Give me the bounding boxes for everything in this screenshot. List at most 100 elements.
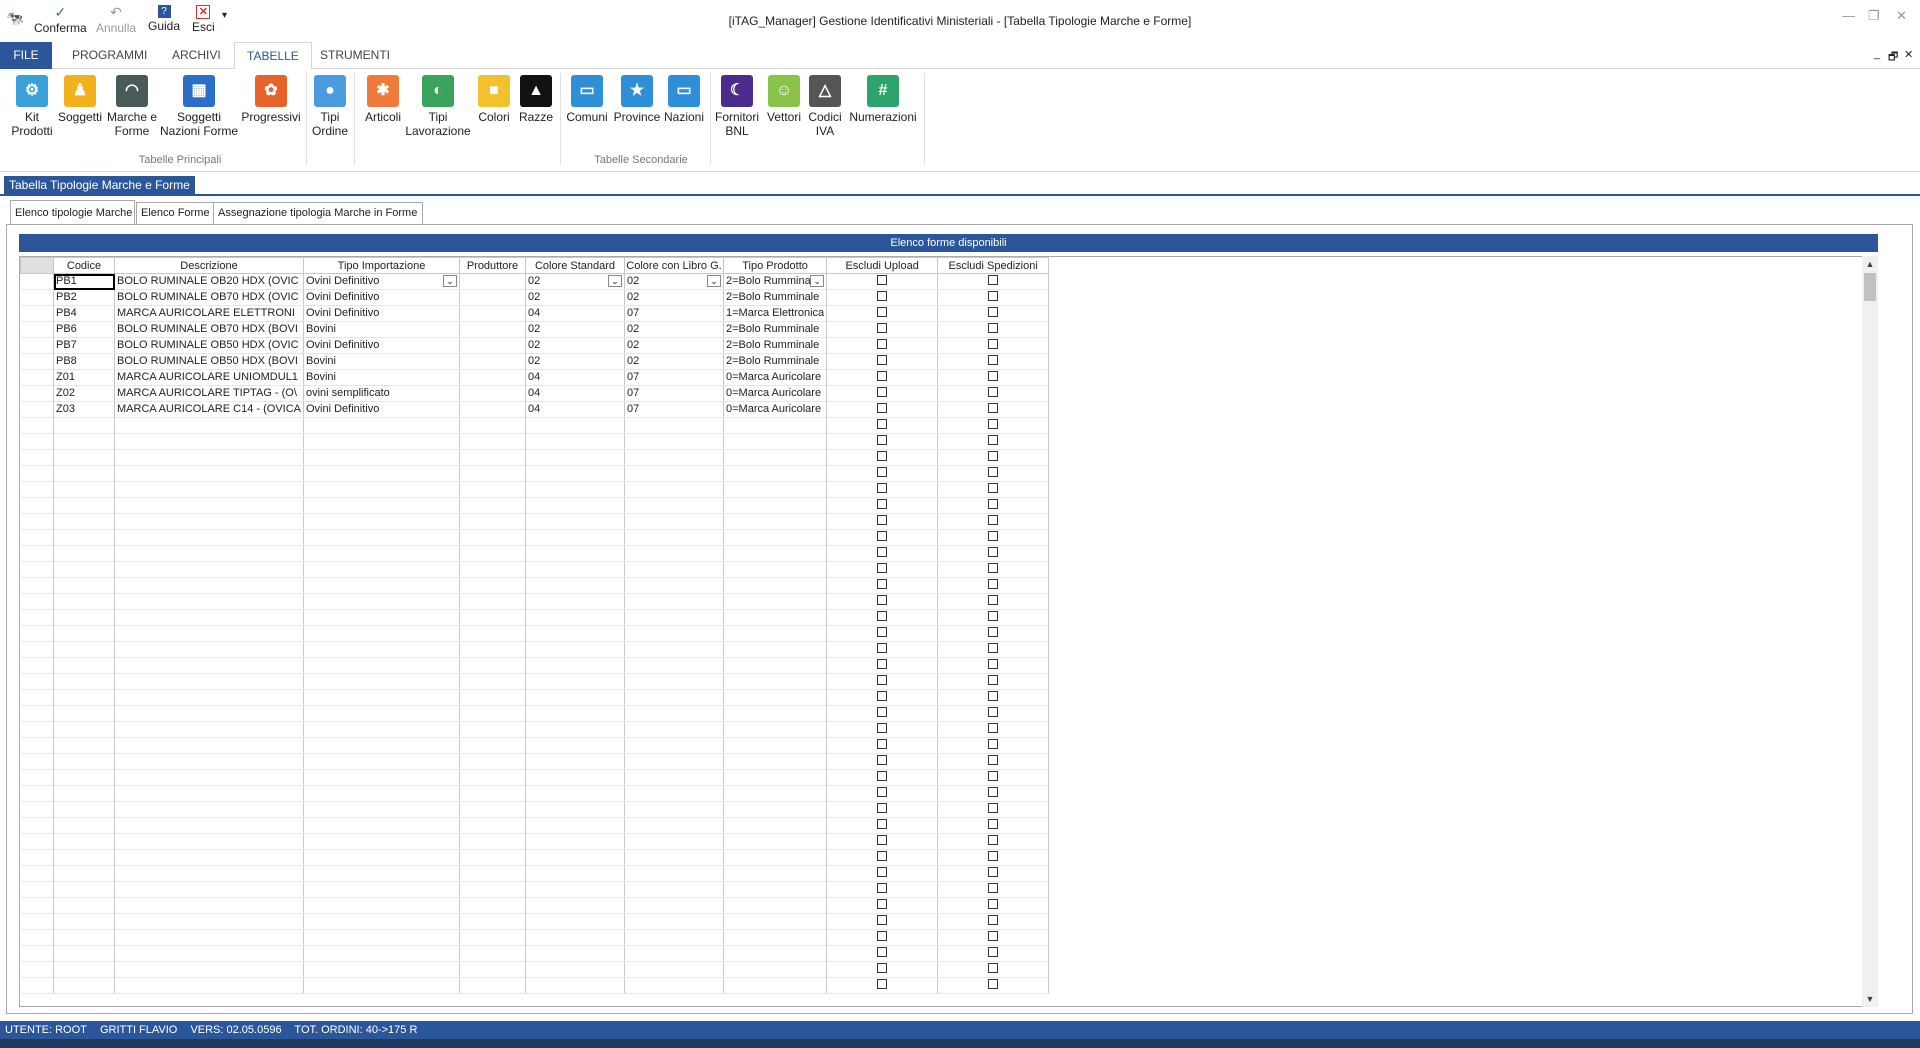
- cell-colore-libro[interactable]: [624, 769, 724, 786]
- cell-produttore[interactable]: [459, 785, 526, 802]
- cell-descrizione[interactable]: BOLO RUMINALE OB50 HDX (OVIC: [114, 337, 304, 354]
- cell-descrizione[interactable]: MARCA AURICOLARE TIPTAG - (O\: [114, 385, 304, 402]
- escludi-spedizioni-checkbox[interactable]: [988, 387, 999, 398]
- cell-codice[interactable]: [53, 721, 115, 738]
- escludi-upload-checkbox[interactable]: [877, 707, 888, 718]
- tab-archivi[interactable]: ARCHIVI: [160, 42, 233, 69]
- nazioni-button[interactable]: ▭ Nazioni: [662, 73, 706, 124]
- tab-elenco-forme[interactable]: Elenco Forme: [136, 202, 222, 224]
- cell-colore-standard[interactable]: [525, 961, 625, 978]
- cell-colore-libro[interactable]: [624, 881, 724, 898]
- cell-colore-libro[interactable]: [624, 929, 724, 946]
- row-selector[interactable]: [20, 801, 54, 818]
- escludi-upload-checkbox[interactable]: [877, 595, 888, 606]
- cell-descrizione[interactable]: [114, 513, 304, 530]
- cell-colore-libro[interactable]: [624, 961, 724, 978]
- cell-colore-libro[interactable]: [624, 545, 724, 562]
- cell-tipo-prodotto[interactable]: [723, 753, 828, 770]
- table-row[interactable]: [20, 689, 1050, 706]
- restore-icon[interactable]: ❐: [1868, 8, 1880, 24]
- escludi-spedizioni-checkbox[interactable]: [988, 451, 999, 462]
- escludi-upload-checkbox[interactable]: [877, 563, 888, 574]
- row-selector[interactable]: [20, 529, 54, 546]
- row-selector[interactable]: [20, 657, 54, 674]
- cell-colore-libro[interactable]: [624, 593, 724, 610]
- cell-codice[interactable]: PB1: [53, 273, 115, 290]
- progressivi-button[interactable]: ✿ Progressivi: [240, 73, 302, 124]
- row-selector[interactable]: [20, 401, 54, 418]
- cell-tipo-prodotto[interactable]: [723, 961, 828, 978]
- row-selector[interactable]: [20, 961, 54, 978]
- escludi-upload-checkbox[interactable]: [877, 371, 888, 382]
- row-selector[interactable]: [20, 785, 54, 802]
- cell-tipo-prodotto[interactable]: [723, 913, 828, 930]
- cell-codice[interactable]: [53, 657, 115, 674]
- cell-tipo-importazione[interactable]: [303, 609, 460, 626]
- escludi-spedizioni-checkbox[interactable]: [988, 723, 999, 734]
- row-selector[interactable]: [20, 305, 54, 322]
- cell-colore-standard[interactable]: [525, 849, 625, 866]
- table-row[interactable]: [20, 801, 1050, 818]
- vertical-scrollbar[interactable]: ▲ ▼: [1862, 256, 1878, 1007]
- cell-tipo-prodotto[interactable]: [723, 705, 828, 722]
- cell-codice[interactable]: [53, 849, 115, 866]
- cell-produttore[interactable]: [459, 721, 526, 738]
- escludi-spedizioni-checkbox[interactable]: [988, 355, 999, 366]
- cell-codice[interactable]: [53, 977, 115, 994]
- row-selector[interactable]: [20, 369, 54, 386]
- table-row[interactable]: [20, 865, 1050, 882]
- cell-tipo-importazione[interactable]: Ovini Definitivo: [303, 289, 460, 306]
- cell-produttore[interactable]: [459, 513, 526, 530]
- cell-codice[interactable]: [53, 865, 115, 882]
- cell-tipo-prodotto[interactable]: ⌄ 2=Bolo Rummina: [723, 273, 828, 290]
- cell-codice[interactable]: [53, 433, 115, 450]
- table-row[interactable]: [20, 833, 1050, 850]
- row-selector[interactable]: [20, 689, 54, 706]
- escludi-spedizioni-checkbox[interactable]: [988, 851, 999, 862]
- escludi-upload-checkbox[interactable]: [877, 579, 888, 590]
- cell-codice[interactable]: [53, 465, 115, 482]
- cell-tipo-prodotto[interactable]: [723, 865, 828, 882]
- cell-descrizione[interactable]: [114, 689, 304, 706]
- cell-tipo-importazione[interactable]: [303, 449, 460, 466]
- escludi-upload-checkbox[interactable]: [877, 387, 888, 398]
- escludi-upload-checkbox[interactable]: [877, 659, 888, 670]
- cell-colore-standard[interactable]: [525, 561, 625, 578]
- row-selector[interactable]: [20, 417, 54, 434]
- cell-colore-libro[interactable]: [624, 833, 724, 850]
- escludi-upload-checkbox[interactable]: [877, 451, 888, 462]
- cell-colore-standard[interactable]: [525, 577, 625, 594]
- cell-colore-standard[interactable]: [525, 801, 625, 818]
- table-row[interactable]: PB2 BOLO RUMINALE OB70 HDX (OVIC Ovini Def…: [20, 289, 1050, 306]
- cell-codice[interactable]: [53, 769, 115, 786]
- scroll-up-icon[interactable]: ▲: [1862, 256, 1878, 272]
- row-selector[interactable]: [20, 769, 54, 786]
- escludi-upload-checkbox[interactable]: [877, 675, 888, 686]
- cell-tipo-importazione[interactable]: [303, 737, 460, 754]
- escludi-spedizioni-checkbox[interactable]: [988, 931, 999, 942]
- cell-colore-standard[interactable]: 04: [525, 305, 625, 322]
- cell-codice[interactable]: [53, 929, 115, 946]
- table-row[interactable]: [20, 817, 1050, 834]
- col-header-codice[interactable]: Codice: [53, 257, 115, 274]
- escludi-spedizioni-checkbox[interactable]: [988, 675, 999, 686]
- cell-tipo-importazione[interactable]: [303, 689, 460, 706]
- cell-produttore[interactable]: [459, 705, 526, 722]
- row-selector[interactable]: [20, 625, 54, 642]
- escludi-upload-checkbox[interactable]: [877, 515, 888, 526]
- cell-colore-libro[interactable]: [624, 801, 724, 818]
- row-selector[interactable]: [20, 273, 54, 290]
- cell-produttore[interactable]: [459, 577, 526, 594]
- cell-colore-standard[interactable]: 02: [525, 353, 625, 370]
- escludi-spedizioni-checkbox[interactable]: [988, 787, 999, 798]
- cell-codice[interactable]: [53, 577, 115, 594]
- cell-colore-libro[interactable]: 02: [624, 353, 724, 370]
- cell-produttore[interactable]: [459, 977, 526, 994]
- kit-prodotti-button[interactable]: ⚙ Kit Prodotti: [10, 73, 54, 138]
- cell-codice[interactable]: [53, 753, 115, 770]
- escludi-spedizioni-checkbox[interactable]: [988, 963, 999, 974]
- cell-descrizione[interactable]: [114, 721, 304, 738]
- cell-tipo-importazione[interactable]: [303, 705, 460, 722]
- fornitori-bnl-button[interactable]: ☾ Fornitori BNL: [712, 73, 762, 138]
- row-selector[interactable]: [20, 593, 54, 610]
